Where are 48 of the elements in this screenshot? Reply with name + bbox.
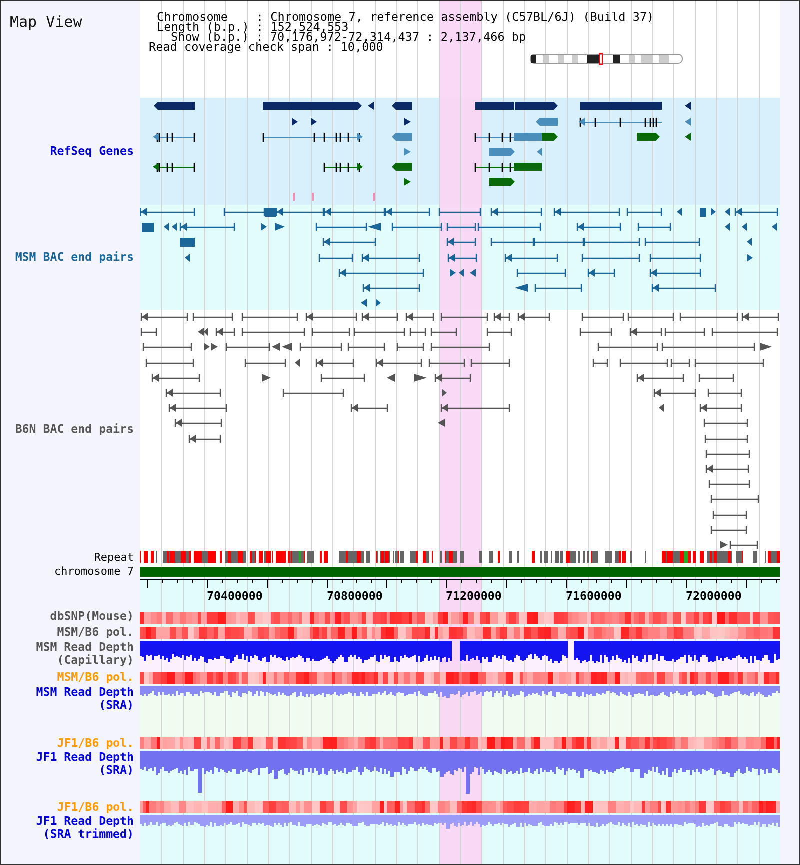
- gene-feature: [368, 102, 374, 110]
- gene-feature: [311, 118, 317, 126]
- track-label: MSM/B6 pol.: [57, 671, 134, 684]
- gene-feature: [474, 162, 514, 173]
- gene-feature: [154, 102, 195, 110]
- gene-feature: [404, 148, 411, 156]
- feature-tick: [312, 193, 314, 201]
- info-line: Show (b.p.) : 70,176,972-72,314,437 : 2,137,466 bp: [171, 32, 526, 42]
- axis-tick-label: 70400000: [207, 589, 263, 603]
- track-label: JF1 Read Depth (SRA trimmed): [36, 815, 134, 841]
- track-label: JF1 Read Depth (SRA): [36, 751, 134, 777]
- track-label: chromosome 7: [54, 565, 134, 578]
- info-line: Chromosome : Chromosome 7, reference assembly (C57BL/6J) (Build 37): [157, 12, 654, 22]
- gene-feature: [392, 163, 412, 171]
- gene-feature: [537, 148, 542, 156]
- info-line: Length (b.p.) : 152,524,553: [157, 22, 349, 32]
- position-marker: [599, 53, 603, 65]
- axis-tick-label: 71200000: [446, 589, 502, 603]
- track-label: JF1/B6 pol.: [57, 801, 134, 814]
- gene-feature: [637, 133, 660, 141]
- gene-feature: [324, 162, 363, 173]
- gene-feature: [392, 102, 412, 110]
- view-title: Map View: [10, 13, 82, 31]
- track-label: dbSNP(Mouse): [50, 610, 134, 623]
- track-label: RefSeq Genes: [50, 145, 134, 158]
- gene-feature: [404, 178, 411, 186]
- feature-tick: [373, 193, 375, 201]
- track-label: MSM BAC end pairs: [15, 251, 134, 264]
- track-label: MSM Read Depth (Capillary): [36, 641, 134, 667]
- feature-tick: [293, 193, 295, 201]
- axis-tick-label: 72000000: [686, 589, 742, 603]
- gene-feature: [536, 118, 558, 126]
- gene-feature: [489, 178, 515, 186]
- gene-feature: [292, 118, 298, 126]
- info-line: Read coverage check span : 10,000: [149, 42, 384, 52]
- track-label: B6N BAC end pairs: [15, 423, 134, 436]
- axis-tick-label: 71600000: [566, 589, 622, 603]
- gene-feature: [489, 148, 515, 156]
- track-label: MSM/B6 pol.: [57, 626, 134, 639]
- gene-feature: [392, 133, 412, 141]
- track-label: MSM Read Depth (SRA): [36, 686, 134, 712]
- track-label: JF1/B6 pol.: [57, 736, 134, 750]
- gene-feature: [153, 132, 196, 143]
- gene-feature: [474, 132, 514, 143]
- track-label: Repeat: [94, 550, 134, 564]
- gene-feature: [153, 162, 196, 173]
- gene-feature: [404, 118, 411, 126]
- axis-tick-label: 70800000: [327, 589, 383, 603]
